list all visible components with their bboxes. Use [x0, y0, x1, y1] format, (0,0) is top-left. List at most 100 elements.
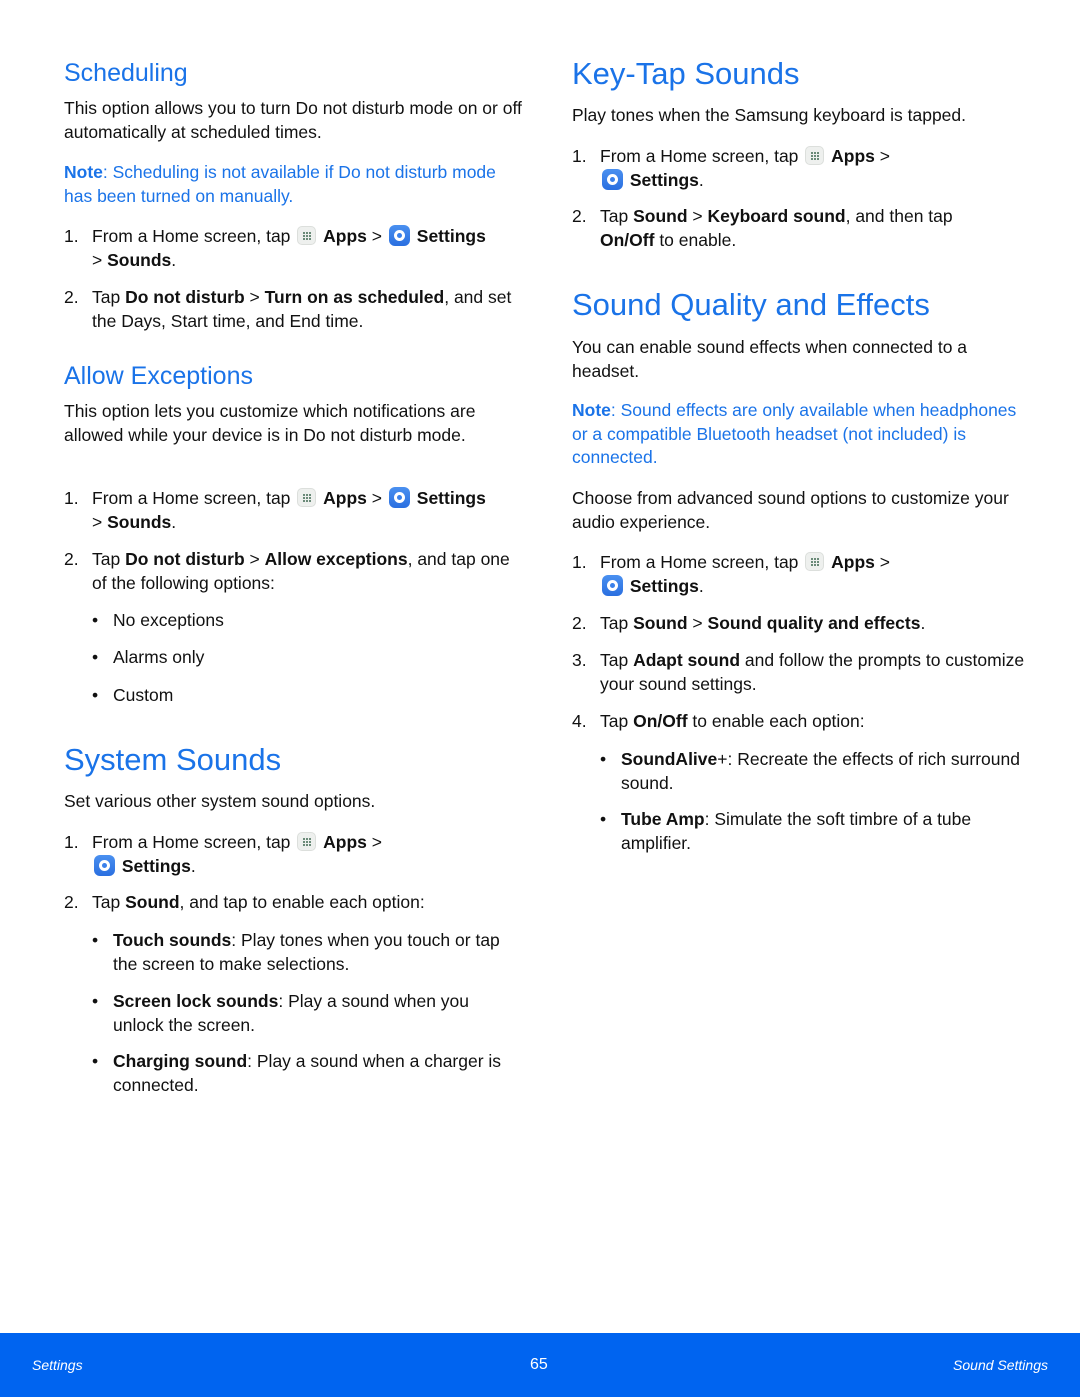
settings-label: Settings [416, 226, 486, 246]
step-number: 4. [572, 711, 587, 731]
bullet-icon: • [92, 685, 99, 705]
step-number: 2. [64, 549, 79, 569]
bullet-icon: • [92, 610, 99, 630]
separator: > [371, 832, 383, 852]
separator: > [249, 549, 260, 569]
key-tap-description: Play tones when the Samsung keyboard is … [572, 105, 966, 125]
apps-label: Apps [831, 552, 875, 572]
step-text: Tap [600, 711, 629, 731]
step-text: Tap [92, 287, 121, 307]
bullet-icon: • [92, 1051, 99, 1071]
bullet-icon: • [92, 647, 99, 667]
option-text: No exceptions [113, 610, 224, 630]
bullet-icon: • [600, 749, 607, 769]
separator: > [879, 552, 891, 572]
separator: > [92, 249, 103, 270]
step-number: 1. [572, 146, 587, 166]
step-number: 3. [572, 650, 587, 670]
section-title-scheduling: Scheduling [64, 59, 188, 87]
step-text: Tap [92, 892, 121, 912]
period: . [698, 575, 704, 596]
step-text: Tap [92, 549, 121, 569]
period: . [190, 855, 196, 876]
step-text: to enable each option: [692, 711, 865, 731]
sound-quality-description-2: Choose from advanced sound options to cu… [572, 488, 1009, 532]
settings-label: Settings [416, 488, 486, 508]
settings-gear-icon [388, 487, 410, 508]
scheduling-description: This option allows you to turn Do not di… [64, 98, 522, 142]
settings-gear-icon [602, 574, 623, 596]
period: . [920, 613, 926, 633]
sound-label: Sound [633, 206, 688, 226]
system-sounds-step-2: 2. Tap Sound, and tap to enable each opt… [64, 891, 524, 915]
separator: > [249, 287, 260, 307]
note-text: : Scheduling is not available if Do not … [64, 162, 496, 206]
sounds-label: Sounds [107, 249, 172, 270]
settings-gear-icon [602, 168, 623, 190]
option-term: Tube Amp [621, 809, 705, 829]
scheduling-step-1: 1. From a Home screen, tap Apps > Settin… [64, 225, 524, 272]
do-not-disturb-label: Do not disturb [125, 287, 245, 307]
separator: > [371, 226, 383, 246]
bullet-icon: • [92, 991, 99, 1011]
section-title-key-tap-sounds: Key-Tap Sounds [572, 56, 800, 91]
settings-gear-icon [388, 225, 410, 246]
bullet-icon: • [92, 930, 99, 950]
on-off-label: On/Off [600, 229, 655, 250]
settings-label: Settings [629, 575, 699, 596]
note-label: Note [572, 400, 611, 420]
apps-icon [805, 146, 825, 165]
period: . [171, 249, 177, 270]
option-term: Touch sounds [113, 930, 232, 950]
option-text: Custom [113, 685, 174, 705]
turn-on-as-scheduled-label: Turn on as scheduled [264, 287, 445, 307]
step-number: 1. [572, 552, 587, 572]
sound-quality-description: You can enable sound effects when connec… [572, 337, 968, 381]
settings-label: Settings [121, 855, 191, 876]
option-term: Screen lock sounds [113, 991, 279, 1011]
settings-gear-icon [94, 854, 115, 876]
separator: > [371, 488, 383, 508]
section-title-sound-quality: Sound Quality and Effects [572, 287, 930, 322]
note-label: Note [64, 162, 103, 182]
separator: > [879, 146, 891, 166]
sound-quality-note: Note: Sound effects are only available w… [572, 399, 1032, 470]
step-number: 1. [64, 488, 79, 508]
option-term: Charging sound [113, 1051, 248, 1071]
step-text: Tap [600, 206, 629, 226]
sound-quality-step-2: 2. Tap Sound > Sound quality and effects… [572, 612, 1032, 636]
adapt-sound-label: Adapt sound [633, 650, 741, 670]
step-number: 2. [64, 892, 79, 912]
step-text: From a Home screen, tap [600, 146, 799, 166]
period: . [698, 169, 704, 190]
step-text: Tap [600, 650, 629, 670]
key-tap-step-1: 1. From a Home screen, tap Apps > Settin… [572, 145, 1032, 192]
on-off-label: On/Off [633, 711, 688, 731]
separator: > [692, 206, 703, 226]
option-alarms-only: • Alarms only [92, 646, 524, 670]
apps-icon [297, 832, 317, 851]
settings-label: Settings [629, 169, 699, 190]
step-text: , and then tap [845, 206, 953, 226]
apps-label: Apps [831, 146, 875, 166]
section-title-allow-exceptions: Allow Exceptions [64, 362, 253, 390]
option-custom: • Custom [92, 684, 524, 708]
step-text: From a Home screen, tap [92, 226, 291, 246]
allow-exceptions-label: Allow exceptions [264, 549, 408, 569]
option-term: SoundAlive [621, 749, 718, 769]
scheduling-note: Note: Scheduling is not available if Do … [64, 161, 524, 208]
step-number: 1. [64, 226, 79, 246]
option-touch-sounds: • Touch sounds: Play tones when you touch… [92, 929, 524, 976]
apps-label: Apps [323, 488, 367, 508]
option-soundalive: • SoundAlive+: Recreate the effects of ri… [600, 748, 1032, 795]
sound-quality-step-4: 4. Tap On/Off to enable each option: [572, 710, 1032, 734]
step-text: Tap [600, 613, 629, 633]
sounds-label: Sounds [107, 511, 172, 532]
option-text: Alarms only [113, 647, 205, 667]
step-text: From a Home screen, tap [92, 488, 291, 508]
option-no-exceptions: • No exceptions [92, 609, 524, 633]
bullet-icon: • [600, 809, 607, 829]
system-sounds-step-1: 1. From a Home screen, tap Apps > Settin… [64, 831, 524, 878]
allow-exceptions-step-1: 1. From a Home screen, tap Apps > Settin… [64, 487, 524, 534]
apps-icon [297, 488, 317, 507]
